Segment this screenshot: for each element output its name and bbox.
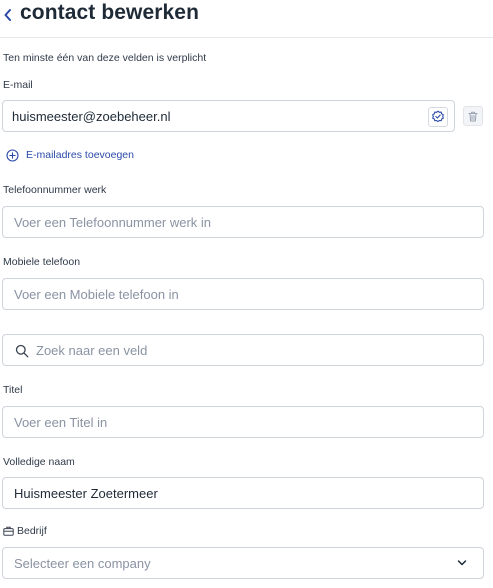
title-placeholder: Voer een Titel in (14, 415, 108, 430)
back-button[interactable] (2, 4, 16, 24)
mobile-phone-placeholder: Voer een Mobiele telefoon in (14, 287, 179, 302)
work-phone-input[interactable]: Voer een Telefoonnummer werk in (2, 206, 484, 238)
company-label-row: Bedrijf (3, 525, 47, 537)
trash-icon (468, 111, 478, 121)
verified-badge-icon (432, 110, 444, 123)
search-icon (15, 344, 29, 358)
mobile-phone-input[interactable]: Voer een Mobiele telefoon in (2, 278, 484, 310)
work-phone-placeholder: Voer een Telefoonnummer werk in (14, 215, 212, 230)
company-placeholder: Selecteer een company (14, 556, 151, 571)
field-search-input[interactable]: Zoek naar een veld (2, 334, 484, 366)
title-input[interactable]: Voer een Titel in (2, 406, 484, 438)
plus-circle-icon (6, 148, 19, 162)
title-label: Titel (3, 384, 23, 396)
work-phone-label: Telefoonnummer werk (3, 184, 107, 196)
full-name-input[interactable]: Huismeester Zoetermeer (2, 477, 484, 509)
briefcase-icon (3, 526, 14, 536)
field-search-placeholder: Zoek naar een veld (36, 343, 148, 358)
chevron-down-icon (457, 560, 467, 566)
delete-email-button[interactable] (463, 106, 483, 126)
page-header: contact bewerken (0, 0, 493, 38)
company-select[interactable]: Selecteer een company (2, 547, 484, 579)
email-label: E-mail (3, 79, 33, 91)
mobile-phone-label: Mobiele telefoon (3, 256, 81, 268)
full-name-label: Volledige naam (3, 456, 75, 468)
email-value: huismeester@zoebeheer.nl (12, 109, 171, 124)
full-name-value: Huismeester Zoetermeer (14, 486, 158, 501)
required-hint: Ten minste één van deze velden is verpli… (3, 52, 207, 64)
company-label: Bedrijf (17, 525, 47, 537)
add-email-label: E-mailadres toevoegen (26, 149, 134, 161)
page-title: contact bewerken (20, 1, 199, 24)
verify-email-button[interactable] (428, 107, 448, 127)
email-field[interactable]: huismeester@zoebeheer.nl (2, 100, 455, 132)
add-email-link[interactable]: E-mailadres toevoegen (6, 147, 134, 163)
chevron-left-icon[interactable] (2, 4, 14, 24)
